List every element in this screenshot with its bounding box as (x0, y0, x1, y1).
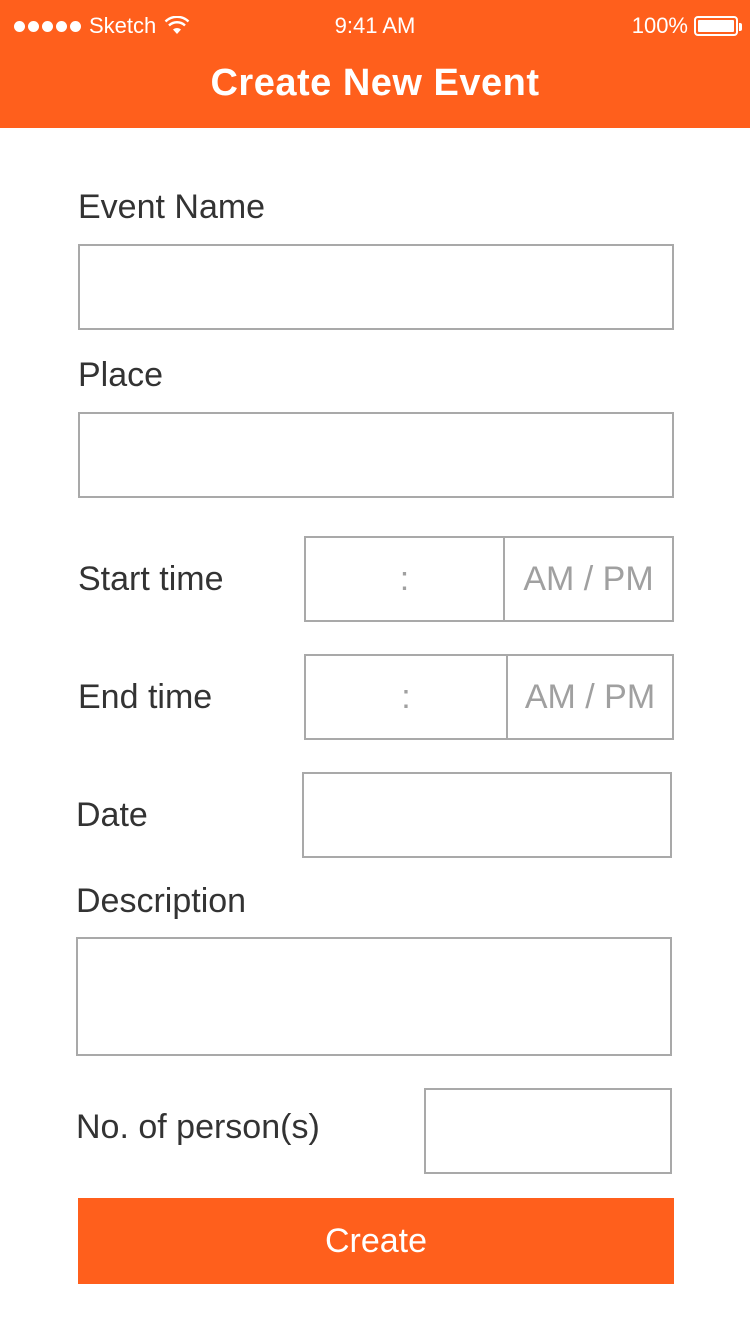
create-button[interactable]: Create (78, 1198, 674, 1284)
persons-label: No. of person(s) (76, 1108, 320, 1146)
end-time-label: End time (78, 678, 213, 716)
event-name-field-box (78, 244, 674, 330)
place-input[interactable] (80, 414, 672, 496)
start-time-ampm[interactable]: AM / PM (505, 538, 672, 620)
description-label: Description (76, 882, 247, 920)
battery-percentage: 100% (631, 13, 688, 38)
description-field-box (76, 937, 672, 1056)
date-label: Date (76, 796, 148, 834)
persons-field-box (424, 1088, 672, 1174)
persons-input[interactable] (426, 1090, 670, 1172)
end-time-separator: : (401, 677, 411, 716)
start-time-separator: : (399, 559, 410, 598)
event-name-input[interactable] (80, 246, 672, 328)
place-field-box (78, 412, 674, 498)
start-time-label: Start time (78, 560, 224, 598)
description-textarea[interactable] (78, 939, 670, 1054)
status-right: 100% (631, 13, 742, 39)
date-input[interactable] (304, 774, 670, 856)
place-label: Place (78, 356, 164, 394)
status-bar: Sketch 9:41 AM 100% (0, 0, 750, 52)
start-time-hour-minute[interactable]: : (306, 538, 505, 620)
end-time-field: : AM / PM (304, 654, 674, 740)
battery-icon (694, 16, 742, 36)
event-name-label: Event Name (78, 188, 266, 226)
end-time-hour-minute[interactable]: : (306, 656, 508, 738)
page-title: Create New Event (210, 62, 540, 104)
end-time-ampm[interactable]: AM / PM (508, 656, 672, 738)
date-field-box (302, 772, 672, 858)
start-time-field: : AM / PM (304, 536, 674, 622)
header: Sketch 9:41 AM 100% Create New Event (0, 0, 750, 128)
